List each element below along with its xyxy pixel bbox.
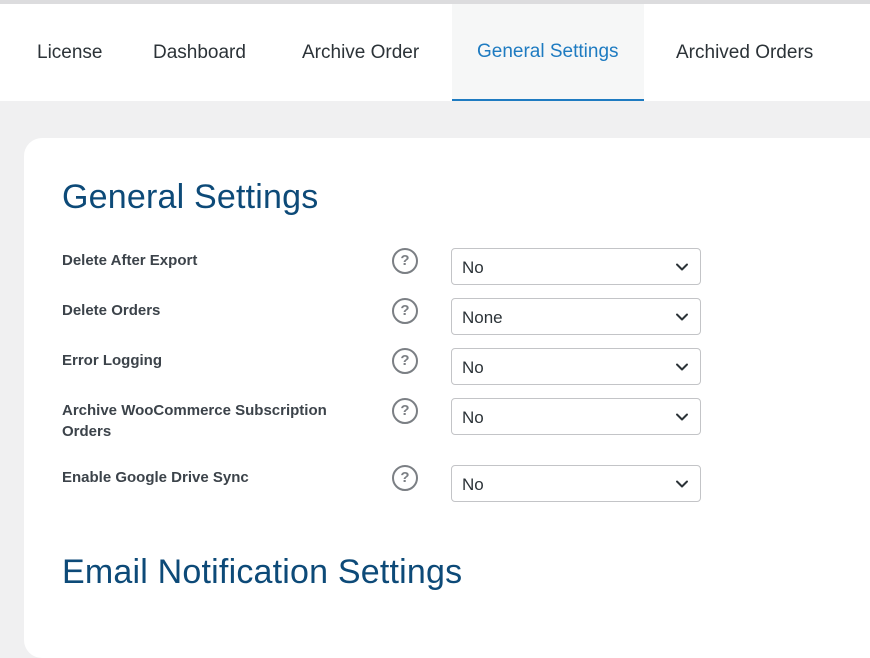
chevron-down-icon	[676, 363, 688, 371]
select-value: No	[462, 408, 484, 427]
tab-dashboard[interactable]: Dashboard	[153, 4, 246, 101]
error-logging-select[interactable]: No	[451, 348, 701, 385]
google-drive-sync-label: Enable Google Drive Sync	[62, 469, 249, 486]
archive-subscription-orders-select[interactable]: No	[451, 398, 701, 435]
delete-after-export-label: Delete After Export	[62, 252, 198, 269]
chevron-down-icon	[676, 413, 688, 421]
question-circle-icon[interactable]: ?	[392, 398, 418, 424]
chevron-down-icon	[676, 263, 688, 271]
tab-bar: License Dashboard Archive Order General …	[0, 4, 870, 101]
tab-general-settings[interactable]: General Settings	[452, 4, 644, 101]
select-value: No	[462, 258, 484, 277]
google-drive-sync-select[interactable]: No	[451, 465, 701, 502]
error-logging-label: Error Logging	[62, 352, 162, 369]
select-value: No	[462, 358, 484, 377]
question-circle-icon[interactable]: ?	[392, 298, 418, 324]
email-notification-settings-title: Email Notification Settings	[62, 553, 463, 591]
archive-subscription-orders-label: Archive WooCommerce Subscription Orders	[62, 402, 327, 440]
select-value: No	[462, 475, 484, 494]
question-circle-icon[interactable]: ?	[392, 465, 418, 491]
tab-archived-orders[interactable]: Archived Orders	[676, 4, 813, 101]
tab-license[interactable]: License	[37, 4, 103, 101]
tab-archive-order[interactable]: Archive Order	[302, 4, 419, 101]
question-circle-icon[interactable]: ?	[392, 248, 418, 274]
chevron-down-icon	[676, 313, 688, 321]
select-value: None	[462, 308, 503, 327]
chevron-down-icon	[676, 480, 688, 488]
question-circle-icon[interactable]: ?	[392, 348, 418, 374]
general-settings-title: General Settings	[62, 178, 319, 216]
delete-orders-select[interactable]: None	[451, 298, 701, 335]
delete-orders-label: Delete Orders	[62, 302, 161, 319]
delete-after-export-select[interactable]: No	[451, 248, 701, 285]
